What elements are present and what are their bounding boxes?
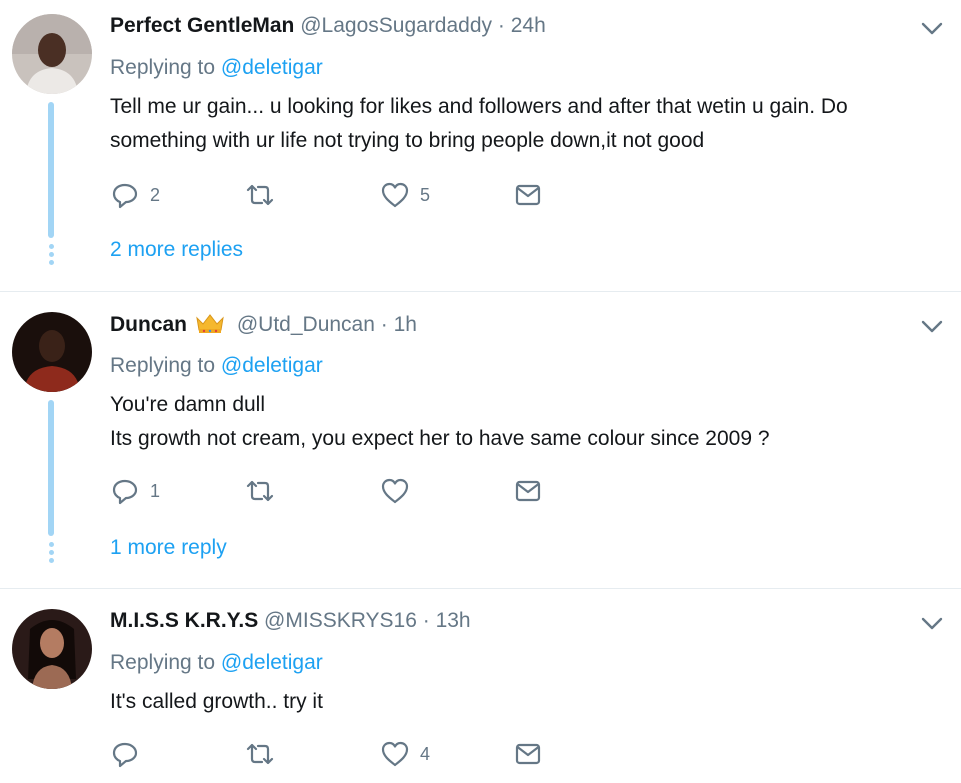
like-button[interactable]: 4 — [380, 739, 430, 769]
replying-to: Replying to @deletigar — [110, 651, 323, 675]
timestamp[interactable]: 24h — [511, 14, 546, 37]
display-name[interactable]: Perfect GentleMan — [110, 14, 294, 37]
tweet[interactable]: Perfect GentleMan @LagosSugardaddy · 24h… — [0, 0, 961, 292]
like-count: 5 — [420, 184, 431, 205]
mention-link[interactable]: @deletigar — [221, 651, 323, 674]
like-button[interactable] — [380, 476, 420, 506]
tweet-text-line: You're damn dull — [110, 393, 266, 416]
tweet[interactable]: M.I.S.S K.R.Y.S @MISSKRYS16 · 13h Replyi… — [0, 589, 961, 783]
crown-emoji-icon — [195, 312, 225, 340]
tweet-text-line: something with ur life not trying to bri… — [110, 129, 705, 152]
tweet-text: It's called growth.. try it — [110, 685, 940, 719]
avatar[interactable] — [12, 312, 92, 392]
reply-icon — [112, 479, 138, 505]
tweet-text: You're damn dull Its growth not cream, y… — [110, 388, 940, 456]
more-replies-link[interactable]: 1 more reply — [110, 536, 227, 560]
heart-icon — [381, 478, 409, 504]
reply-icon — [112, 742, 138, 768]
timestamp[interactable]: 1h — [394, 313, 417, 336]
thread-line — [48, 400, 54, 536]
direct-message-button[interactable] — [513, 476, 543, 506]
envelope-icon — [515, 480, 541, 502]
heart-icon — [381, 182, 409, 208]
replying-to: Replying to @deletigar — [110, 56, 323, 80]
reply-button[interactable] — [110, 739, 150, 769]
separator: · — [497, 14, 505, 37]
chevron-down-icon[interactable] — [921, 22, 943, 36]
chevron-down-icon[interactable] — [921, 320, 943, 334]
tweet-header: Perfect GentleMan @LagosSugardaddy · 24h — [110, 14, 546, 38]
tweet-text: Tell me ur gain... u looking for likes a… — [110, 90, 940, 158]
like-count: 4 — [420, 743, 431, 764]
user-handle[interactable]: @MISSKRYS16 — [264, 609, 417, 632]
tweet[interactable]: Duncan @Utd_Duncan · 1h Replying to @del… — [0, 292, 961, 589]
tweet-text-line: It's called growth.. try it — [110, 690, 323, 713]
replying-label: Replying to — [110, 56, 216, 79]
retweet-icon — [246, 743, 274, 765]
display-name[interactable]: Duncan — [110, 313, 187, 336]
chevron-down-icon[interactable] — [921, 617, 943, 631]
retweet-button[interactable] — [245, 180, 285, 210]
reply-count: 2 — [150, 184, 161, 205]
envelope-icon — [515, 743, 541, 765]
reply-button[interactable]: 2 — [110, 180, 160, 210]
retweet-icon — [246, 480, 274, 502]
avatar[interactable] — [12, 609, 92, 689]
user-handle[interactable]: @LagosSugardaddy — [300, 14, 492, 37]
retweet-button[interactable] — [245, 739, 285, 769]
more-replies-link[interactable]: 2 more replies — [110, 238, 243, 262]
reply-button[interactable]: 1 — [110, 476, 160, 506]
display-name[interactable]: M.I.S.S K.R.Y.S — [110, 609, 258, 632]
thread-dots — [48, 542, 54, 566]
heart-icon — [381, 741, 409, 767]
reply-icon — [112, 183, 138, 209]
action-bar: 4 — [110, 739, 550, 769]
direct-message-button[interactable] — [513, 739, 543, 769]
like-button[interactable]: 5 — [380, 180, 430, 210]
retweet-button[interactable] — [245, 476, 285, 506]
separator: · — [422, 609, 430, 632]
action-bar: 1 — [110, 476, 550, 506]
envelope-icon — [515, 184, 541, 206]
separator: · — [380, 313, 388, 336]
thread-dots — [48, 244, 54, 268]
mention-link[interactable]: @deletigar — [221, 354, 323, 377]
avatar[interactable] — [12, 14, 92, 94]
tweet-text-line: Its growth not cream, you expect her to … — [110, 427, 770, 450]
action-bar: 2 5 — [110, 180, 550, 210]
tweet-header: M.I.S.S K.R.Y.S @MISSKRYS16 · 13h — [110, 609, 471, 633]
reply-count: 1 — [150, 480, 161, 501]
replying-label: Replying to — [110, 354, 216, 377]
user-handle[interactable]: @Utd_Duncan — [237, 313, 375, 336]
direct-message-button[interactable] — [513, 180, 543, 210]
mention-link[interactable]: @deletigar — [221, 56, 323, 79]
thread-line — [48, 102, 54, 238]
tweet-header: Duncan @Utd_Duncan · 1h — [110, 312, 417, 340]
replying-to: Replying to @deletigar — [110, 354, 323, 378]
retweet-icon — [246, 184, 274, 206]
tweet-text-line: Tell me ur gain... u looking for likes a… — [110, 95, 848, 118]
timestamp[interactable]: 13h — [436, 609, 471, 632]
replying-label: Replying to — [110, 651, 216, 674]
